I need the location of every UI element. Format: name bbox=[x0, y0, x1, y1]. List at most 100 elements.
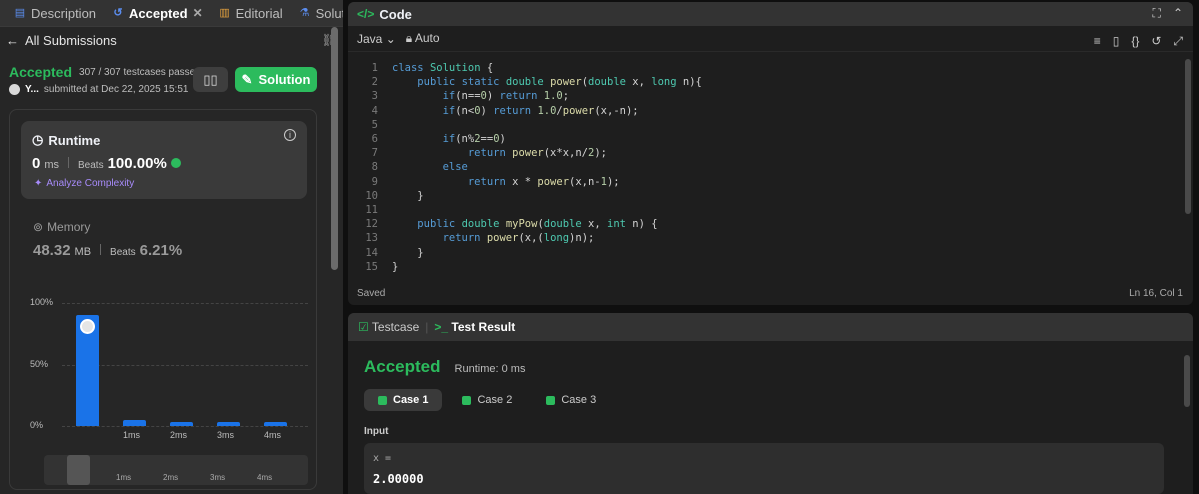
tab-testcase[interactable]: ☑ Testcase bbox=[358, 320, 419, 334]
tab-editorial[interactable]: ▥ Editorial bbox=[211, 0, 291, 27]
chart-bar[interactable] bbox=[170, 422, 193, 426]
x-tick-label: 4ms bbox=[264, 430, 282, 440]
result-status-row: Accepted Runtime: 0 ms bbox=[364, 357, 525, 377]
analyze-complexity-link[interactable]: ✦ Analyze Complexity bbox=[34, 178, 134, 189]
collapse-icon[interactable]: ⌃ bbox=[1173, 6, 1183, 21]
memory-unit: MB bbox=[74, 246, 92, 258]
runtime-values: 0 ms Beats 100.00% bbox=[32, 155, 181, 172]
mini-x-label: 2ms bbox=[163, 473, 179, 482]
book-icon: ▥ bbox=[219, 7, 230, 19]
chart-bar[interactable] bbox=[123, 419, 146, 426]
editor-toolbar: Java ⌄ 🔒︎ Auto ≡ ▯ {} ↺ ⤢ bbox=[348, 26, 1193, 52]
tab-accepted-label: Accepted bbox=[129, 5, 188, 21]
submission-panel: ▤ Description ↺ Accepted ✕ ▥ Editorial ⚗… bbox=[0, 0, 369, 494]
tab-bar: ▤ Description ↺ Accepted ✕ ▥ Editorial ⚗… bbox=[0, 0, 369, 27]
line-number: 8 bbox=[371, 161, 378, 174]
sparkle-icon: ✦ bbox=[34, 178, 43, 189]
reset-icon[interactable]: ↺ bbox=[1151, 34, 1161, 49]
memory-title-label: Memory bbox=[47, 220, 91, 234]
info-icon[interactable]: i bbox=[284, 129, 296, 141]
runtime-beats: 100.00% bbox=[107, 155, 167, 172]
solution-button-label: Solution bbox=[258, 72, 311, 87]
editorial-button[interactable]: ▯▯ bbox=[193, 67, 228, 92]
range-handle[interactable] bbox=[67, 455, 90, 485]
case-tab-2[interactable]: Case 2 bbox=[448, 389, 526, 411]
username[interactable]: Y... bbox=[25, 84, 39, 95]
code-header: </> Code bbox=[348, 2, 1193, 26]
line-number: 12 bbox=[365, 218, 378, 231]
code-panel: </> Code ⛶ ⌃ Java ⌄ 🔒︎ Auto ≡ ▯ {} ↺ ⤢ 1… bbox=[348, 2, 1193, 305]
memory-beats-label: Beats bbox=[110, 247, 136, 258]
line-number: 4 bbox=[371, 104, 378, 117]
runtime-card[interactable]: ◷ Runtime i 0 ms Beats 100.00% ✦ Analyze… bbox=[21, 121, 307, 199]
memory-chip-icon: ⊚ bbox=[33, 220, 44, 234]
chart-bar[interactable] bbox=[76, 315, 99, 426]
code-header-tools: ⛶ ⌃ bbox=[1153, 6, 1183, 21]
code-scrollbar[interactable] bbox=[1185, 59, 1191, 214]
input-var-name: x = bbox=[373, 453, 392, 464]
edit-icon: ✎ bbox=[241, 71, 253, 87]
code-line: return x * power(x,n-1); bbox=[467, 175, 620, 188]
check-icon bbox=[546, 395, 556, 405]
code-line: if(n<0) return 1.0/power(x,-n); bbox=[442, 104, 639, 117]
line-number: 9 bbox=[371, 175, 378, 188]
line-number: 7 bbox=[371, 147, 378, 160]
lock-icon: 🔒︎ bbox=[405, 31, 413, 45]
tab-test-result[interactable]: >_ Test Result bbox=[434, 320, 515, 334]
avatar[interactable] bbox=[9, 84, 20, 95]
line-number: 5 bbox=[371, 118, 378, 131]
result-status: Accepted bbox=[364, 357, 441, 376]
tab-description-label: Description bbox=[31, 5, 97, 21]
submission-status-row: Accepted 307 / 307 testcases passed bbox=[9, 64, 201, 80]
case-label: Case 1 bbox=[393, 394, 429, 406]
code-icon: </> bbox=[357, 7, 375, 21]
code-line: if(n%2==0) bbox=[442, 133, 506, 145]
mini-x-label: 1ms bbox=[116, 473, 132, 482]
runtime-title: ◷ Runtime bbox=[32, 132, 100, 148]
case-label: Case 3 bbox=[561, 394, 597, 406]
chart-bar[interactable] bbox=[264, 422, 287, 426]
gridline bbox=[62, 303, 308, 304]
history-icon: ↺ bbox=[113, 7, 123, 19]
back-row: ← All Submissions ⛓ bbox=[0, 27, 343, 53]
bookmark-icon[interactable]: ▯ bbox=[1113, 34, 1120, 49]
line-number: 11 bbox=[365, 204, 378, 216]
auto-mode[interactable]: 🔒︎ Auto bbox=[406, 31, 440, 46]
result-scrollbar[interactable] bbox=[1184, 355, 1190, 407]
testcases-passed: 307 / 307 testcases passed bbox=[79, 66, 201, 78]
tab-description[interactable]: ▤ Description bbox=[6, 0, 104, 27]
case-tab-3[interactable]: Case 3 bbox=[532, 389, 610, 411]
braces-icon[interactable]: {} bbox=[1131, 34, 1139, 49]
save-status: Saved bbox=[357, 288, 386, 299]
fullscreen-icon[interactable]: ⤢ bbox=[1173, 34, 1183, 49]
close-icon[interactable]: ✕ bbox=[193, 6, 203, 20]
code-line: if(n==0) return 1.0; bbox=[442, 90, 570, 103]
left-scrollbar[interactable] bbox=[331, 27, 338, 270]
runtime-title-label: Runtime bbox=[48, 132, 101, 148]
case-label: Case 2 bbox=[477, 394, 513, 406]
tab-testcase-label: Testcase bbox=[371, 320, 420, 334]
format-icon[interactable]: ≡ bbox=[1094, 34, 1101, 49]
code-line: return power(x*x,n/2); bbox=[467, 147, 607, 160]
maximize-icon[interactable]: ⛶ bbox=[1153, 6, 1161, 21]
mini-x-label: 3ms bbox=[210, 473, 226, 482]
submission-status: Accepted bbox=[9, 64, 73, 80]
chart-range-slider[interactable]: 1ms 2ms 3ms 4ms bbox=[44, 455, 308, 485]
memory-beats: 6.21% bbox=[139, 242, 183, 259]
line-number: 6 bbox=[371, 133, 378, 145]
memory-title[interactable]: ⊚ Memory bbox=[33, 220, 90, 234]
case-tab-1[interactable]: Case 1 bbox=[364, 389, 443, 411]
language-select[interactable]: Java ⌄ bbox=[357, 32, 396, 46]
all-submissions-link[interactable]: ← All Submissions bbox=[6, 33, 117, 48]
x-tick-label: 3ms bbox=[217, 430, 235, 440]
tab-accepted[interactable]: ↺ Accepted ✕ bbox=[104, 0, 211, 27]
y-tick-label: 100% bbox=[30, 297, 54, 307]
all-submissions-label: All Submissions bbox=[25, 32, 117, 48]
line-number: 2 bbox=[371, 76, 378, 89]
chart-bar[interactable] bbox=[217, 422, 240, 426]
line-number: 13 bbox=[365, 232, 378, 245]
solution-button[interactable]: ✎ Solution bbox=[235, 67, 317, 92]
check-icon bbox=[378, 395, 387, 405]
runtime-unit: ms bbox=[44, 159, 60, 171]
terminal-icon: >_ bbox=[434, 320, 449, 334]
